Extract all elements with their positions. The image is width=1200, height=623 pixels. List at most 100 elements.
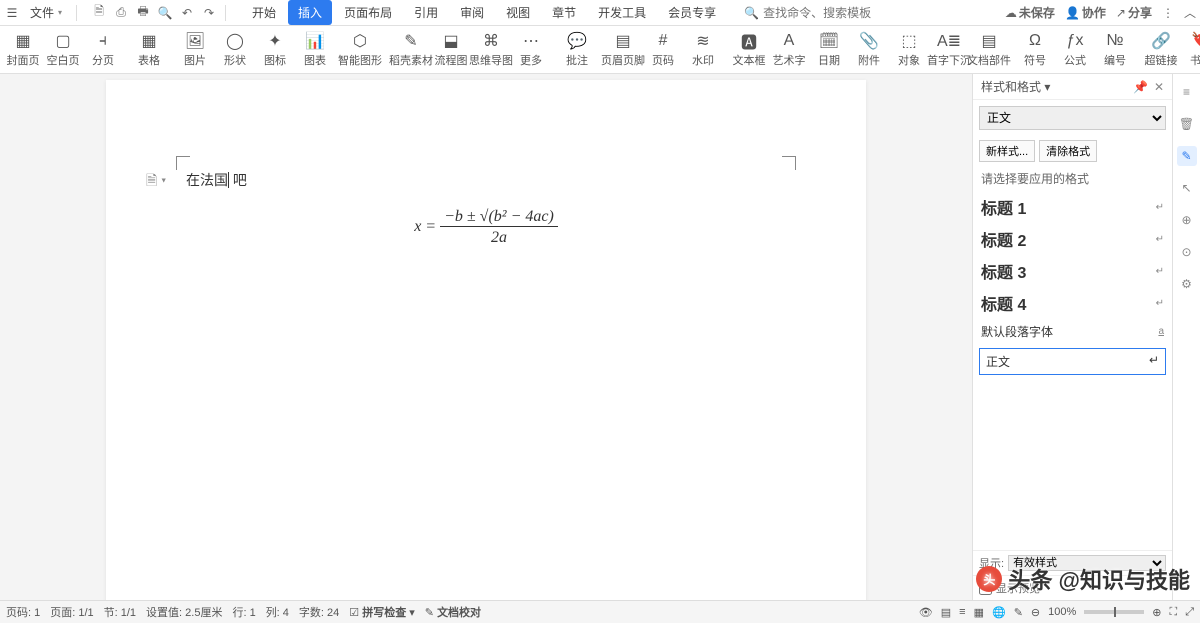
current-style-select[interactable]: 正文 — [979, 106, 1166, 130]
tab-start[interactable]: 开始 — [242, 0, 286, 25]
side-clipboard-icon[interactable]: 🗑 — [1177, 114, 1197, 134]
side-select-icon[interactable]: ↖ — [1177, 178, 1197, 198]
equation-denominator: 2a — [440, 227, 558, 247]
tab-reference[interactable]: 引用 — [404, 0, 448, 25]
style-heading2[interactable]: 标题 2↵ — [979, 223, 1166, 255]
globe-icon[interactable]: 🌐 — [992, 606, 1006, 619]
page-scroll-area[interactable]: 🗎 ▾ 在法国 吧 x = −b ± √(b² − 4ac) 2a — [0, 74, 972, 600]
zoom-in-icon[interactable]: ⊕ — [1152, 606, 1161, 619]
tab-section[interactable]: 章节 — [542, 0, 586, 25]
separator — [225, 5, 226, 21]
close-icon[interactable]: ✕ — [1154, 80, 1164, 94]
tab-review[interactable]: 审阅 — [450, 0, 494, 25]
more-icon[interactable]: ⋮ — [1162, 6, 1174, 20]
style-heading3[interactable]: 标题 3↵ — [979, 255, 1166, 287]
ruler-icon[interactable]: ✎ — [1014, 606, 1023, 619]
mindmap-button[interactable]: ⌘思维导图 — [472, 29, 510, 70]
fit-icon[interactable]: ⤢ — [1185, 606, 1194, 619]
side-menu-icon[interactable]: ≡ — [1177, 82, 1197, 102]
hyperlink-button[interactable]: 🔗超链接 — [1142, 29, 1180, 70]
watermark-button[interactable]: ≋水印 — [684, 29, 722, 70]
redo-icon[interactable]: ↷ — [201, 5, 217, 21]
wordart-button[interactable]: A艺术字 — [770, 29, 808, 70]
tab-developer[interactable]: 开发工具 — [588, 0, 656, 25]
save-icon[interactable]: 🗎 — [91, 5, 107, 21]
tab-view[interactable]: 视图 — [496, 0, 540, 25]
side-find-icon[interactable]: ⊕ — [1177, 210, 1197, 230]
equation[interactable]: x = −b ± √(b² − 4ac) 2a — [186, 208, 786, 247]
style-heading1[interactable]: 标题 1↵ — [979, 191, 1166, 223]
clear-format-button[interactable]: 清除格式 — [1039, 140, 1097, 162]
side-style-icon[interactable]: ✎ — [1177, 146, 1197, 166]
side-settings-icon[interactable]: ⚙ — [1177, 274, 1197, 294]
flowchart-button[interactable]: ⬓流程图 — [432, 29, 470, 70]
status-row[interactable]: 行: 1 — [232, 604, 255, 620]
collab-button[interactable]: 👤 协作 — [1065, 4, 1106, 21]
smartart-button[interactable]: ⬡智能图形 — [336, 29, 384, 70]
textbox-button[interactable]: 🅰文本框 — [730, 29, 768, 70]
command-search[interactable]: 🔍 — [744, 6, 883, 20]
undo-icon[interactable]: ↶ — [179, 5, 195, 21]
status-proof[interactable]: ✎ 文档校对 — [425, 604, 481, 620]
status-page-no[interactable]: 页码: 1 — [6, 604, 40, 620]
more-button[interactable]: ⋯更多 — [512, 29, 550, 70]
search-input[interactable] — [763, 6, 883, 20]
zoom-value[interactable]: 100% — [1048, 606, 1076, 618]
resource-button[interactable]: ✎稻壳素材 — [392, 29, 430, 70]
number-button[interactable]: №编号 — [1096, 29, 1134, 70]
new-style-button[interactable]: 新样式... — [979, 140, 1035, 162]
style-body[interactable]: 正文↵ — [979, 348, 1166, 375]
style-default-font[interactable]: 默认段落字体a — [979, 319, 1166, 344]
print-preview-icon[interactable]: ⎙ — [113, 5, 129, 21]
equation-button[interactable]: ƒx公式 — [1056, 29, 1094, 70]
status-chars[interactable]: 字数: 24 — [299, 604, 339, 620]
reading-mode-icon[interactable]: 👁 — [919, 606, 933, 619]
style-heading4[interactable]: 标题 4↵ — [979, 287, 1166, 319]
parts-button[interactable]: ▤文档部件 — [970, 29, 1008, 70]
side-help-icon[interactable]: ⊙ — [1177, 242, 1197, 262]
print-layout-icon[interactable]: ▤ — [941, 606, 951, 619]
picture-button[interactable]: 🖼图片 — [176, 29, 214, 70]
web-layout-icon[interactable]: ▦ — [974, 606, 984, 619]
icon-button[interactable]: ✦图标 — [256, 29, 294, 70]
attachment-button[interactable]: 📎附件 — [850, 29, 888, 70]
outline-icon[interactable]: ≡ — [959, 606, 965, 618]
tab-layout[interactable]: 页面布局 — [334, 0, 402, 25]
status-spell[interactable]: ☑ 拼写检查 ▾ — [349, 604, 415, 620]
pin-icon[interactable]: 📌 — [1133, 80, 1148, 94]
zoom-slider[interactable] — [1084, 610, 1144, 614]
quick-access-toolbar: 🗎 ⎙ 🖶 🔍 ↶ ↷ — [91, 5, 217, 21]
status-position[interactable]: 设置值: 2.5厘米 — [146, 604, 222, 620]
bookmark-button[interactable]: 🔖书签 — [1182, 29, 1200, 70]
blank-page-button[interactable]: ▢空白页 — [44, 29, 82, 70]
dropcap-button[interactable]: A≣首字下沉 — [930, 29, 968, 70]
table-button[interactable]: ▦表格 — [130, 29, 168, 70]
cover-page-button[interactable]: ▦封面页 — [4, 29, 42, 70]
status-section[interactable]: 节: 1/1 — [104, 604, 136, 620]
zoom-out-icon[interactable]: ⊖ — [1031, 606, 1040, 619]
collapse-ribbon-icon[interactable]: ︿ — [1184, 4, 1196, 21]
search-doc-icon[interactable]: 🔍 — [157, 5, 173, 21]
status-page[interactable]: 页面: 1/1 — [50, 604, 93, 620]
object-button[interactable]: ⬚对象 — [890, 29, 928, 70]
fullscreen-icon[interactable]: ⛶ — [1169, 606, 1177, 619]
tab-member[interactable]: 会员专享 — [658, 0, 726, 25]
status-col[interactable]: 列: 4 — [266, 604, 289, 620]
shape-button[interactable]: ◯形状 — [216, 29, 254, 70]
print-icon[interactable]: 🖶 — [135, 5, 151, 21]
symbol-button[interactable]: Ω符号 — [1016, 29, 1054, 70]
page-number-button[interactable]: #页码 — [644, 29, 682, 70]
side-toolbar: ≡ 🗑 ✎ ↖ ⊕ ⊙ ⚙ — [1172, 74, 1200, 600]
menu-icon[interactable]: ☰ — [4, 5, 20, 21]
chart-button[interactable]: 📊图表 — [296, 29, 334, 70]
date-button[interactable]: 🗓日期 — [810, 29, 848, 70]
tab-insert[interactable]: 插入 — [288, 0, 332, 25]
document-page[interactable]: 🗎 ▾ 在法国 吧 x = −b ± √(b² − 4ac) 2a — [106, 80, 866, 600]
header-footer-button[interactable]: ▤页眉页脚 — [604, 29, 642, 70]
share-button[interactable]: ↗ 分享 — [1116, 4, 1152, 21]
comment-button[interactable]: 💬批注 — [558, 29, 596, 70]
file-menu[interactable]: 文件 — [24, 2, 68, 23]
unsaved-status[interactable]: ☁ 未保存 — [1005, 4, 1055, 21]
page-break-button[interactable]: ⫞分页 — [84, 29, 122, 70]
document-text[interactable]: 在法国 吧 — [186, 172, 247, 188]
